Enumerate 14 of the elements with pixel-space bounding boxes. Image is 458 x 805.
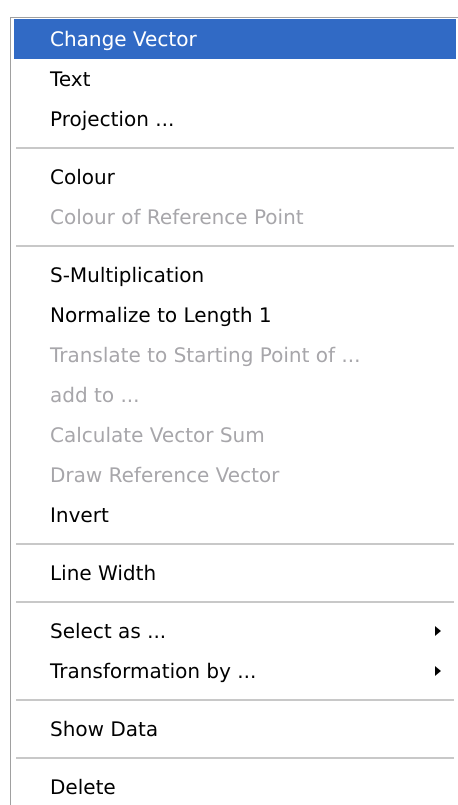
menu-item[interactable]: Show Data	[14, 709, 456, 749]
menu-item[interactable]: Delete	[14, 767, 456, 805]
menu-item[interactable]: S-Multiplication	[14, 255, 456, 295]
menu-item[interactable]: Transformation by ...	[14, 651, 456, 691]
menu-item[interactable]: Invert	[14, 495, 456, 535]
menu-item[interactable]: Normalize to Length 1	[14, 295, 456, 335]
menu-item[interactable]: Line Width	[14, 553, 456, 593]
menu-item[interactable]: Text	[14, 59, 456, 99]
menu-item[interactable]: Projection ...	[14, 99, 456, 139]
menu-item[interactable]: Colour	[14, 157, 456, 197]
menu-item[interactable]: Select as ...	[14, 611, 456, 651]
submenu-arrow-icon	[434, 624, 442, 638]
submenu-arrow-icon	[434, 664, 442, 678]
menu-item[interactable]: Change Vector	[14, 19, 456, 59]
